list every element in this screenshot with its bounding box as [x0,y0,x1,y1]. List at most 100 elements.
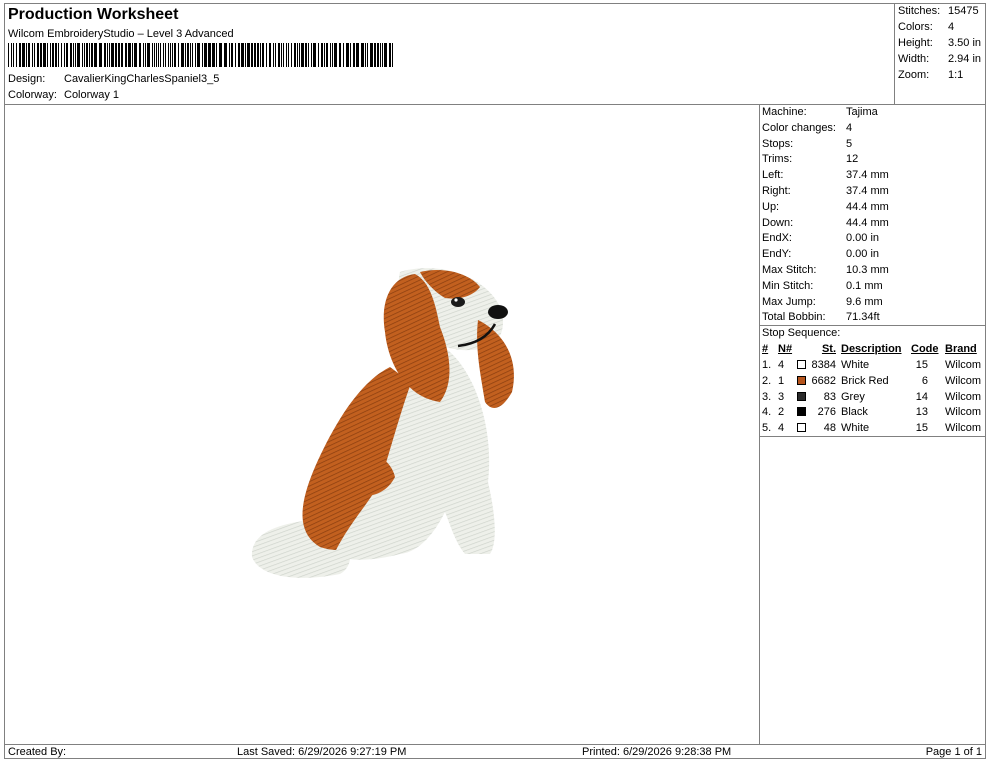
barcode-bar [305,43,307,67]
row-stitches: 276 [817,406,836,419]
barcode-bar [384,43,387,67]
row-description: Brick Red [841,374,889,387]
last-saved: Last Saved: 6/29/2026 9:27:19 PM [237,746,407,758]
barcode-bar [380,43,381,67]
col-brand: Brand [945,343,977,355]
barcode-bar [160,43,161,67]
barcode-bar [377,43,379,67]
stat-label: Height: [898,37,933,49]
row-description: Black [841,406,868,419]
row-code: 15 [915,422,928,435]
software-name: Wilcom EmbroideryStudio – Level 3 Advanc… [8,28,234,40]
barcode-bar [82,43,83,67]
barcode-bar [58,43,59,67]
color-swatch [797,407,806,417]
row-code: 15 [915,359,928,371]
barcode-bar [168,43,169,67]
barcode-bar [219,43,222,67]
barcode-bar [195,43,196,67]
stat-value: 2.94 in [948,53,982,65]
barcode-bar [286,43,287,67]
barcode-bar [170,43,171,67]
detail-row: Min Stitch: 0.1 mm [762,278,984,294]
barcode-bar [245,43,246,67]
stop-sequence-title-text: Stop Sequence: [762,327,841,339]
row-num: 1. [762,359,772,371]
color-swatch [797,391,806,401]
row-n: 1 [778,374,785,387]
row-brand: Wilcom [945,422,982,435]
stop-sequence-title: Stop Sequence: [762,325,984,341]
barcode-bar [308,43,309,67]
stat-value: 1:1 [948,69,964,81]
stat-label: Width: [898,53,930,65]
barcode-bar [34,43,35,67]
barcode-bar [50,43,51,67]
barcode-bar [365,43,366,67]
row-num: 5. [762,422,772,435]
design-label: Design: [8,73,46,85]
barcode-bar [158,43,159,67]
stat-label: Colors: [898,21,933,33]
stop-sequence-row: 5. 4 48 White 15 Wilcom [762,420,984,436]
spaniel-embroidery-image [251,268,514,578]
barcode-bar [278,43,280,67]
stop-sequence-row: 2. 1 6682 Brick Red 6 Wilcom [762,373,984,389]
barcode-bar [99,43,102,67]
detail-value: 5 [846,137,853,150]
barcode-bar [216,43,217,67]
barcode-bar [143,43,144,67]
row-stitches: 83 [823,390,836,403]
barcode-bar [165,43,166,67]
barcode-bar [107,43,108,67]
barcode-bar [77,43,80,67]
barcode-bar [75,43,76,67]
barcode-bar [32,43,33,67]
stat-value: 15475 [948,5,979,17]
barcode-bar [11,43,12,67]
barcode-bar [260,43,261,67]
barcode-bar [294,43,296,67]
detail-value: 44.4 mm [846,216,889,229]
barcode-bar [301,43,304,67]
barcode-bar [313,43,316,67]
barcode-bar [192,43,193,67]
col-st: St. [821,343,836,355]
col-n: N# [778,343,793,355]
footer-divider [4,744,986,745]
barcode-bar [43,43,46,67]
row-brand: Wilcom [945,390,982,403]
barcode-bar [204,43,207,67]
row-stitches: 48 [823,422,836,435]
row-n: 3 [778,390,785,403]
col-code: Code [911,343,939,355]
barcode-bar [202,43,203,67]
detail-row: Up: 44.4 mm [762,199,984,215]
barcode-bar [247,43,250,67]
detail-row: Max Jump: 9.6 mm [762,294,984,310]
barcode-bar [241,43,244,67]
barcode-bar [89,43,90,67]
barcode-bar [269,43,271,67]
detail-row: EndX: 0.00 in [762,230,984,246]
barcode-bar [273,43,274,67]
barcode-bar [346,43,349,67]
barcode-bar [343,43,344,67]
color-swatch [797,375,806,385]
stat-label: Stitches: [898,5,941,17]
barcode-bar [37,43,39,67]
barcode-bar [190,43,191,67]
barcode-bar [208,43,211,67]
stop-sequence-row: 4. 2 276 Black 13 Wilcom [762,404,984,420]
barcode-bar [52,43,54,67]
barcode-bar [86,43,88,67]
barcode-bar [121,43,123,67]
row-brand: Wilcom [945,406,982,419]
barcode-bar [181,43,184,67]
barcode-bar [266,43,267,67]
barcode-bar [47,43,48,67]
details-divider [759,104,760,744]
detail-label: EndX: [762,232,792,245]
detail-label: Color changes: [762,121,836,134]
barcode-bar [254,43,256,67]
